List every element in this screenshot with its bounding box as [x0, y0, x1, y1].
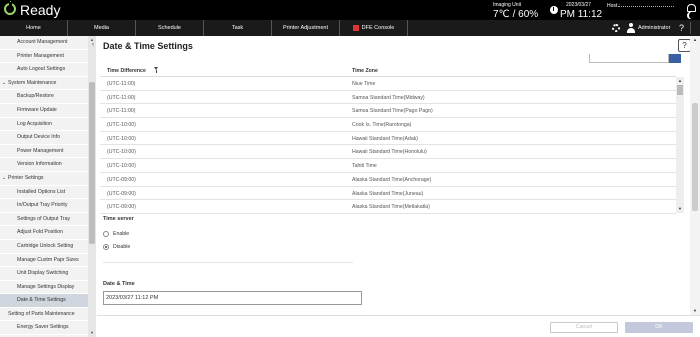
- sidebar-item-cartridge-unlock[interactable]: Cartridge Unlock Setting: [0, 240, 95, 254]
- tab-media[interactable]: Media: [68, 20, 136, 36]
- sidebar-item-output-tray[interactable]: Settings of Output Tray: [0, 213, 95, 227]
- timezone-table-header: Time Difference Time Zone: [100, 65, 676, 77]
- sidebar-item-custom-paper-sizes[interactable]: Manage Custm Papr Sizes: [0, 254, 95, 268]
- sidebar-item-version-information[interactable]: Version Information: [0, 158, 95, 172]
- divider: [103, 262, 353, 263]
- sidebar-item-tray-priority[interactable]: In/Output Tray Priority: [0, 199, 95, 213]
- header-time-zone: Time Zone: [352, 68, 378, 74]
- filter-icon[interactable]: [154, 67, 159, 73]
- tab-task[interactable]: Task: [204, 20, 272, 36]
- sidebar: Account Management Printer Management Au…: [0, 36, 96, 337]
- sidebar-item-log-acquisition[interactable]: Log Acquisition: [0, 118, 95, 132]
- table-row[interactable]: (UTC-11:00) Niue Time: [100, 77, 676, 91]
- chevron-down-icon: ⌄: [2, 174, 7, 181]
- sidebar-item-manage-settings-display[interactable]: Manage Settings Display: [0, 281, 95, 295]
- user-name[interactable]: Administrator: [638, 20, 670, 36]
- sidebar-scroll-thumb[interactable]: [89, 82, 95, 244]
- time-server-enable-radio[interactable]: [103, 231, 109, 237]
- sidebar-item-firmware-update[interactable]: Firmware Update: [0, 104, 95, 118]
- scroll-up-icon[interactable]: ▲: [693, 37, 697, 42]
- time-server-disable-label[interactable]: Disable: [113, 244, 130, 250]
- scroll-down-icon[interactable]: ▼: [678, 206, 682, 211]
- sidebar-group-printer-settings[interactable]: ⌄ Printer Settings: [0, 172, 95, 186]
- moon-icon[interactable]: [689, 12, 695, 19]
- sidebar-item-account-management[interactable]: Account Management: [0, 36, 95, 50]
- timezone-scroll-thumb[interactable]: [677, 85, 683, 95]
- table-row[interactable]: (UTC-09:00) Alaska Standard Time(Metlakat…: [100, 200, 676, 214]
- time-server-enable-label[interactable]: Enable: [113, 231, 129, 237]
- bell-icon[interactable]: [687, 4, 696, 12]
- sidebar-item-unit-display[interactable]: Unit Display Switching: [0, 267, 95, 281]
- sidebar-item-auto-logout[interactable]: Auto Logout Settings: [0, 63, 95, 77]
- nav-divider: [690, 22, 691, 34]
- chevron-down-icon: ⌄: [2, 79, 7, 86]
- sidebar-item-printer-management[interactable]: Printer Management: [0, 50, 95, 64]
- user-icon: [627, 23, 635, 33]
- sidebar-item-installed-options[interactable]: Installed Options List: [0, 186, 95, 200]
- tab-schedule[interactable]: Schedule: [136, 20, 204, 36]
- sidebar-item-power-management[interactable]: Power Management: [0, 145, 95, 159]
- table-row[interactable]: (UTC-09:00) Alaska Standard Time(Juneau): [100, 187, 676, 201]
- tab-home[interactable]: Home: [0, 20, 68, 36]
- table-row[interactable]: (UTC-10:00) Hawaii Standard Time(Honolulu…: [100, 145, 676, 160]
- ok-button[interactable]: OK: [625, 322, 693, 333]
- cancel-button[interactable]: Cancel: [550, 322, 618, 333]
- date-time-field[interactable]: 2023/03/27 11:12 PM: [103, 291, 362, 305]
- host-value: [618, 4, 674, 7]
- clock-icon: [550, 6, 558, 14]
- ready-status-icon: [4, 1, 16, 15]
- sidebar-item-output-device-info[interactable]: Output Device Info: [0, 131, 95, 145]
- imaging-unit-label: Imaging Unit: [493, 2, 522, 8]
- table-row[interactable]: (UTC-10:00) Cook Is. Time(Rarotonga): [100, 118, 676, 132]
- status-bar: Ready Imaging Unit 7℃ / 60% 2023/03/27 P…: [0, 0, 700, 20]
- header-time-difference: Time Difference: [107, 68, 146, 74]
- table-row[interactable]: (UTC-10:00) Tahiti Time: [100, 159, 676, 173]
- tab-dfe-console[interactable]: DFE Console: [340, 20, 408, 36]
- sidebar-item-backup-restore[interactable]: Backup/Restore: [0, 90, 95, 104]
- dfe-console-icon: [352, 24, 359, 31]
- search-input[interactable]: [589, 54, 669, 63]
- sidebar-item-date-time-settings[interactable]: Date & Time Settings: [0, 294, 95, 308]
- status-date: 2023/03/27: [566, 2, 592, 8]
- table-row[interactable]: (UTC-10:00) Hawaii Standard Time(Adak): [100, 132, 676, 146]
- sidebar-item-parts-maintenance[interactable]: Setting of Parts Maintenance: [0, 308, 95, 322]
- main-nav: Home Media Schedule Task Printer Adjustm…: [0, 20, 700, 36]
- main-panel: ‹ Date & Time Settings ? Time Difference…: [92, 36, 700, 337]
- table-row[interactable]: (UTC-09:00) Alaska Standard Time(Anchorag…: [100, 173, 676, 187]
- timezone-table-body: (UTC-11:00) Niue Time (UTC-11:00) Samoa St…: [100, 77, 676, 214]
- imaging-unit-value: 7℃ / 60%: [493, 9, 539, 20]
- date-time-label: Date & Time: [103, 281, 135, 287]
- table-row[interactable]: (UTC-11:00) Samoa Standard Time(Midway): [100, 91, 676, 105]
- page-title: Date & Time Settings: [103, 41, 193, 51]
- main-scroll-thumb[interactable]: [692, 103, 698, 211]
- time-server-disable-radio[interactable]: [103, 244, 109, 250]
- scroll-down-icon[interactable]: ▼: [90, 330, 94, 335]
- action-bar: Cancel OK: [97, 315, 700, 337]
- search-button[interactable]: [669, 54, 681, 63]
- tab-printer-adjustment[interactable]: Printer Adjustment: [272, 20, 340, 36]
- status-time: PM 11:12: [560, 9, 603, 20]
- ready-label: Ready: [20, 2, 61, 18]
- scroll-up-icon[interactable]: ▲: [678, 78, 682, 83]
- table-row[interactable]: (UTC-11:00) Samoa Standard Time(Pago Pago…: [100, 104, 676, 119]
- gear-icon[interactable]: [612, 24, 620, 32]
- sidebar-item-energy-saver[interactable]: Energy Saver Settings: [0, 321, 95, 336]
- collapse-icon[interactable]: ‹: [92, 42, 94, 48]
- time-server-label: Time server: [103, 216, 134, 222]
- sidebar-group-system-maintenance[interactable]: ⌄ System Maintenance: [0, 77, 95, 91]
- scroll-down-icon[interactable]: ▼: [693, 308, 697, 313]
- timezone-scrollbar[interactable]: [676, 77, 684, 213]
- help-button-nav[interactable]: ?: [679, 20, 684, 36]
- sidebar-item-fold-position[interactable]: Adjust Fold Position: [0, 226, 95, 240]
